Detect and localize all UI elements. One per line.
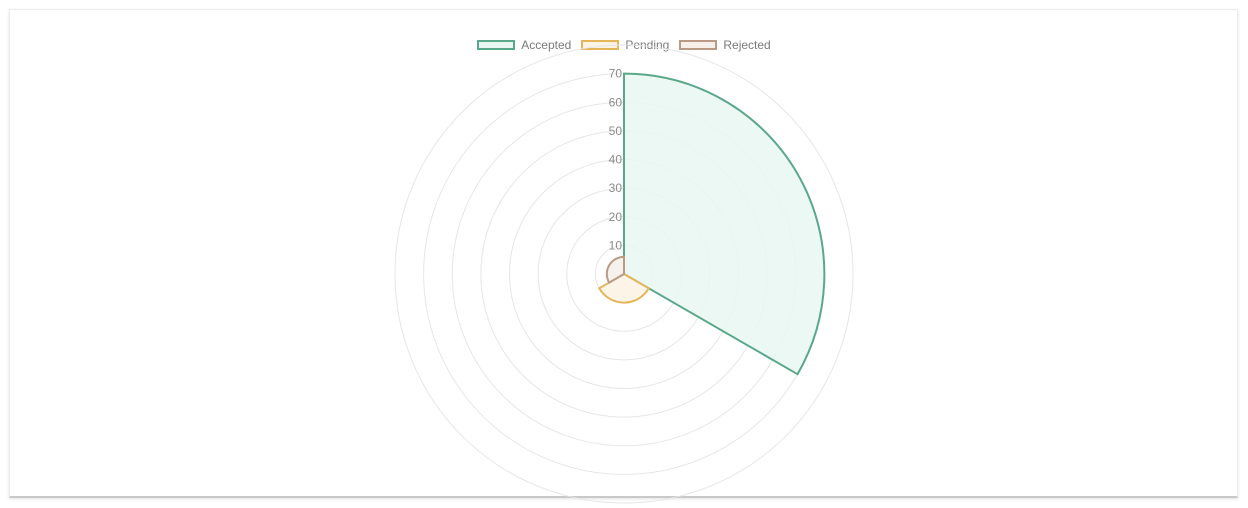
r-tick-label: 10	[609, 238, 623, 252]
r-tick-label: 70	[609, 67, 623, 81]
r-tick-label: 30	[609, 181, 623, 195]
r-tick-label: 20	[609, 210, 623, 224]
slice-layer	[597, 72, 826, 376]
slice-accepted[interactable]	[623, 72, 826, 376]
r-tick-label: 50	[609, 124, 623, 138]
tick-layer: 10 20 30 40 50 60 70	[609, 67, 623, 253]
polar-area-chart: 10 20 30 40 50 60 70	[394, 44, 854, 504]
r-tick-label: 60	[609, 95, 623, 109]
r-tick-label: 40	[609, 153, 623, 167]
